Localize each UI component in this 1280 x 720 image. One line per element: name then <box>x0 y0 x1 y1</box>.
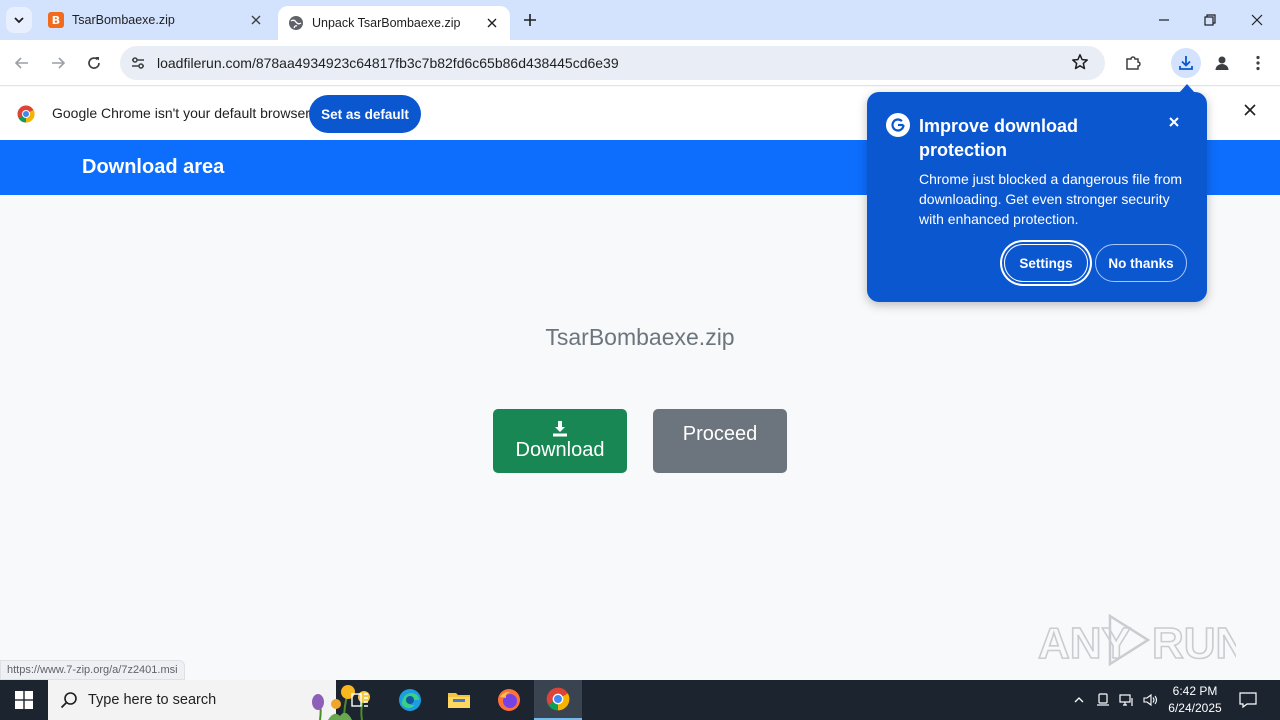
edge-taskbar-button[interactable] <box>386 680 434 720</box>
file-name: TsarBombaexe.zip <box>545 324 735 350</box>
status-bar-url: https://www.7-zip.org/a/7z2401.msi <box>0 660 185 680</box>
taskbar-clock[interactable]: 6:42 PM 6/24/2025 <box>1162 683 1228 717</box>
forward-button[interactable] <box>44 49 72 77</box>
tab-tsarbomba-zip[interactable]: B TsarBombaexe.zip <box>38 0 274 40</box>
close-icon <box>487 18 497 28</box>
edge-icon <box>399 689 421 711</box>
google-g-icon <box>886 113 910 137</box>
page-title: Download area <box>82 156 225 178</box>
globe-icon <box>288 15 304 31</box>
no-thanks-button[interactable]: No thanks <box>1095 244 1187 282</box>
settings-button[interactable]: Settings <box>1004 244 1088 282</box>
kebab-menu-icon <box>1256 55 1260 71</box>
tab-title: Unpack TsarBombaexe.zip <box>312 16 461 30</box>
reload-icon <box>88 57 100 69</box>
close-icon <box>1244 104 1256 116</box>
tab-title: TsarBombaexe.zip <box>72 13 175 27</box>
volume-tray-icon[interactable] <box>1140 680 1162 720</box>
chevron-up-icon <box>1074 697 1084 703</box>
taskbar-search-box[interactable]: Type here to search <box>48 680 370 720</box>
firefox-taskbar-button[interactable] <box>485 680 533 720</box>
address-bar[interactable]: loadfilerun.com/878aa4934923c64817fb3c7b… <box>120 46 1105 80</box>
download-icon <box>553 420 567 436</box>
bubble-title: Improve download protection <box>919 116 1079 160</box>
network-icon <box>1119 694 1133 706</box>
profile-button[interactable] <box>1208 49 1236 77</box>
puzzle-icon <box>1126 56 1141 70</box>
firefox-icon <box>498 689 520 711</box>
notification-icon <box>1239 692 1257 708</box>
tab-search-button[interactable] <box>6 7 32 33</box>
anyrun-watermark-icon: ANY RUN <box>1037 613 1236 669</box>
arrow-left-icon <box>14 57 28 69</box>
notifications-button[interactable] <box>1232 680 1264 720</box>
clock-time: 6:42 PM <box>1172 684 1218 698</box>
close-icon <box>1169 117 1179 127</box>
task-view-button[interactable] <box>336 680 384 720</box>
tab-favicon: B <box>48 12 64 28</box>
restore-button[interactable] <box>1187 0 1233 40</box>
infobar-close-button[interactable] <box>1243 103 1263 123</box>
start-button[interactable] <box>0 680 48 720</box>
download-icon <box>1179 56 1193 70</box>
extensions-button[interactable] <box>1119 49 1147 77</box>
tab-close-button[interactable] <box>482 13 502 33</box>
set-as-default-button[interactable]: Set as default <box>309 95 421 133</box>
task-view-icon <box>351 693 368 707</box>
reload-button[interactable] <box>80 49 108 77</box>
arrow-right-icon <box>52 57 66 69</box>
network-drive-tray-icon[interactable] <box>1092 680 1114 720</box>
search-icon <box>60 692 77 709</box>
chrome-icon <box>546 687 570 711</box>
download-button[interactable]: Download <box>493 409 627 473</box>
url-text[interactable]: loadfilerun.com/878aa4934923c64817fb3c7b… <box>157 55 619 71</box>
device-icon <box>1097 693 1109 706</box>
network-tray-icon[interactable] <box>1116 680 1138 720</box>
download-protection-bubble: Improve download protection Chrome just … <box>867 84 1207 302</box>
windows-taskbar: Type here to search 6:42 PM 6/24/2025 <box>0 680 1280 720</box>
bubble-message: Chrome just blocked a dangerous file fro… <box>919 171 1183 227</box>
back-button[interactable] <box>8 49 36 77</box>
chevron-down-icon <box>14 17 24 24</box>
infobar-message: Google Chrome isn't your default browser <box>52 105 310 121</box>
search-placeholder: Type here to search <box>88 692 217 708</box>
close-icon <box>251 15 261 25</box>
windows-logo-icon <box>15 691 33 709</box>
speaker-icon <box>1143 693 1158 707</box>
folder-icon <box>448 693 470 708</box>
browser-toolbar: loadfilerun.com/878aa4934923c64817fb3c7b… <box>0 40 1280 86</box>
restore-icon <box>1204 14 1216 26</box>
minimize-button[interactable] <box>1141 0 1187 40</box>
file-explorer-taskbar-button[interactable] <box>435 680 483 720</box>
tab-strip: B TsarBombaexe.zip Unpack TsarBombaexe.z… <box>0 0 1280 40</box>
site-settings-icon[interactable] <box>128 53 148 73</box>
downloads-button[interactable] <box>1171 48 1201 78</box>
minimize-icon <box>1159 19 1169 21</box>
bubble-close-button[interactable] <box>1166 114 1184 132</box>
bookmark-star-icon[interactable] <box>1071 53 1091 73</box>
show-hidden-icons-button[interactable] <box>1068 680 1090 720</box>
tab-close-button[interactable] <box>246 10 266 30</box>
clock-date: 6/24/2025 <box>1168 701 1222 715</box>
menu-button[interactable] <box>1244 49 1272 77</box>
close-window-button[interactable] <box>1234 0 1280 40</box>
plus-icon <box>524 14 536 26</box>
proceed-button[interactable]: Proceed <box>653 409 787 473</box>
new-tab-button[interactable] <box>518 8 542 32</box>
chrome-taskbar-button[interactable] <box>534 680 582 720</box>
close-icon <box>1251 14 1263 26</box>
download-button-label: Download <box>515 438 605 461</box>
tab-unpack-tsarbomba[interactable]: Unpack TsarBombaexe.zip <box>278 6 510 40</box>
chrome-logo-icon <box>17 105 35 123</box>
avatar-icon <box>1215 56 1229 70</box>
svg-text:RUN: RUN <box>1152 619 1236 668</box>
